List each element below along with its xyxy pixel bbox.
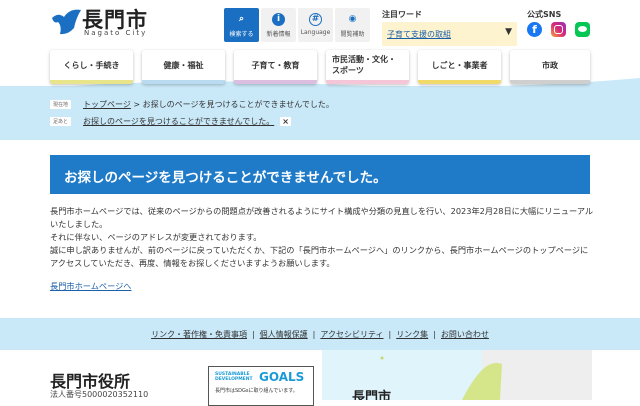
page-body: 長門市ホームページでは、従来のページからの問題点が改善されるようにサイト構成や分… — [50, 205, 595, 293]
search-button[interactable]: ⌕ 検索する — [224, 8, 259, 42]
paragraph: それに伴ない、ページのアドレスが変更されております。 — [50, 232, 262, 242]
news-button[interactable]: i 新着情報 — [261, 8, 296, 42]
logo-subtitle: Nagato City — [84, 29, 148, 37]
paragraph: 長門市ホームページでは、従来のページからの問題点が改善されるようにサイト構成や分… — [50, 206, 594, 229]
history-link[interactable]: お探しのページを見つけることができませんでした。 — [83, 116, 274, 127]
current-tag: 現在地 — [50, 100, 72, 109]
separator: | — [388, 329, 392, 339]
sdgs-goals: GOALS — [259, 370, 305, 384]
nav-label: 市民活動・文化・スポーツ — [332, 55, 396, 75]
eye-icon: ◉ — [348, 14, 357, 24]
footer-link-terms[interactable]: リンク・著作権・免責事項 — [151, 329, 247, 340]
featured-label: 注目ワード — [382, 10, 422, 19]
sdgs-title: SUSTAINABLE DEVELOPMENT — [215, 372, 253, 382]
corp-number: 法人番号5000020352110 — [50, 390, 149, 399]
nav-community[interactable]: 市民活動・文化・スポーツ — [326, 50, 409, 84]
instagram-icon[interactable] — [551, 22, 566, 37]
nav-health[interactable]: 健康・福祉 — [142, 50, 225, 84]
featured-select[interactable]: 子育て支援の取組 ▼ — [382, 22, 517, 46]
nav-label: 市政 — [542, 60, 558, 70]
footer-links: リンク・著作権・免責事項 | 個人情報保護 | アクセシビリティ | リンク集 | お問… — [0, 318, 640, 350]
footer-link-accessibility[interactable]: アクセシビリティ — [320, 329, 383, 340]
globe-icon: # — [309, 13, 322, 26]
breadcrumb-band — [0, 86, 640, 140]
home-link[interactable]: 長門市ホームページへ — [50, 281, 131, 291]
sdgs-text: 長門市はSDGsに取り組んでいます。 — [215, 388, 298, 394]
footer-link-contact[interactable]: お問い合わせ — [441, 329, 489, 340]
language-button[interactable]: # Language — [298, 8, 333, 42]
footer-link-privacy[interactable]: 個人情報保護 — [260, 329, 308, 340]
city-map: 長門市 — [322, 350, 592, 400]
nav-work[interactable]: しごと・事業者 — [418, 50, 501, 84]
nav-city[interactable]: 市政 — [510, 50, 590, 84]
nav-label: 子育て・教育 — [251, 60, 300, 70]
history-tag: 足あと — [50, 117, 72, 126]
news-label: 新着情報 — [266, 31, 291, 38]
sns-label: 公式SNS — [527, 10, 562, 19]
separator: | — [251, 329, 255, 339]
separator: | — [433, 329, 436, 339]
accessibility-button[interactable]: ◉ 閲覧補助 — [335, 8, 370, 42]
close-icon[interactable]: × — [280, 117, 291, 126]
featured-value: 子育て支援の取組 — [387, 30, 451, 39]
nav-label: 健康・福祉 — [163, 60, 204, 70]
info-icon: i — [272, 13, 285, 26]
footer-link-links[interactable]: リンク集 — [396, 329, 428, 340]
search-label: 検索する — [229, 31, 254, 38]
accessibility-label: 閲覧補助 — [340, 31, 365, 38]
nav-label: しごと・事業者 — [431, 60, 488, 70]
paragraph: 誠に申し訳ありませんが、前のページに戻っていただくか、下記の「長門市ホームページ… — [50, 245, 589, 268]
breadcrumb: 現在地 トップページ > お探しのページを見つけることができませんでした。 — [50, 99, 334, 110]
facebook-icon[interactable]: f — [527, 22, 542, 37]
breadcrumb-current: お探しのページを見つけることができませんでした。 — [142, 100, 334, 109]
nav-label: くらし・手続き — [63, 60, 120, 70]
nav-childcare[interactable]: 子育て・教育 — [234, 50, 317, 84]
sdgs-banner[interactable]: SUSTAINABLE DEVELOPMENT GOALS 長門市はSDGsに取… — [208, 366, 314, 406]
line-icon[interactable] — [575, 22, 590, 37]
logo-bird-icon — [52, 9, 81, 35]
chevron-down-icon: ▼ — [505, 27, 512, 37]
history: 足あと お探しのページを見つけることができませんでした。 × — [50, 116, 291, 127]
separator: | — [312, 329, 316, 339]
breadcrumb-separator: > — [133, 100, 141, 109]
page-title: お探しのページを見つけることができませんでした。 — [50, 155, 590, 194]
map-label: 長門市 — [352, 390, 392, 400]
language-label: Language — [300, 29, 331, 36]
breadcrumb-home-link[interactable]: トップページ — [83, 100, 131, 109]
nav-living[interactable]: くらし・手続き — [50, 50, 133, 84]
search-icon: ⌕ — [238, 14, 245, 24]
